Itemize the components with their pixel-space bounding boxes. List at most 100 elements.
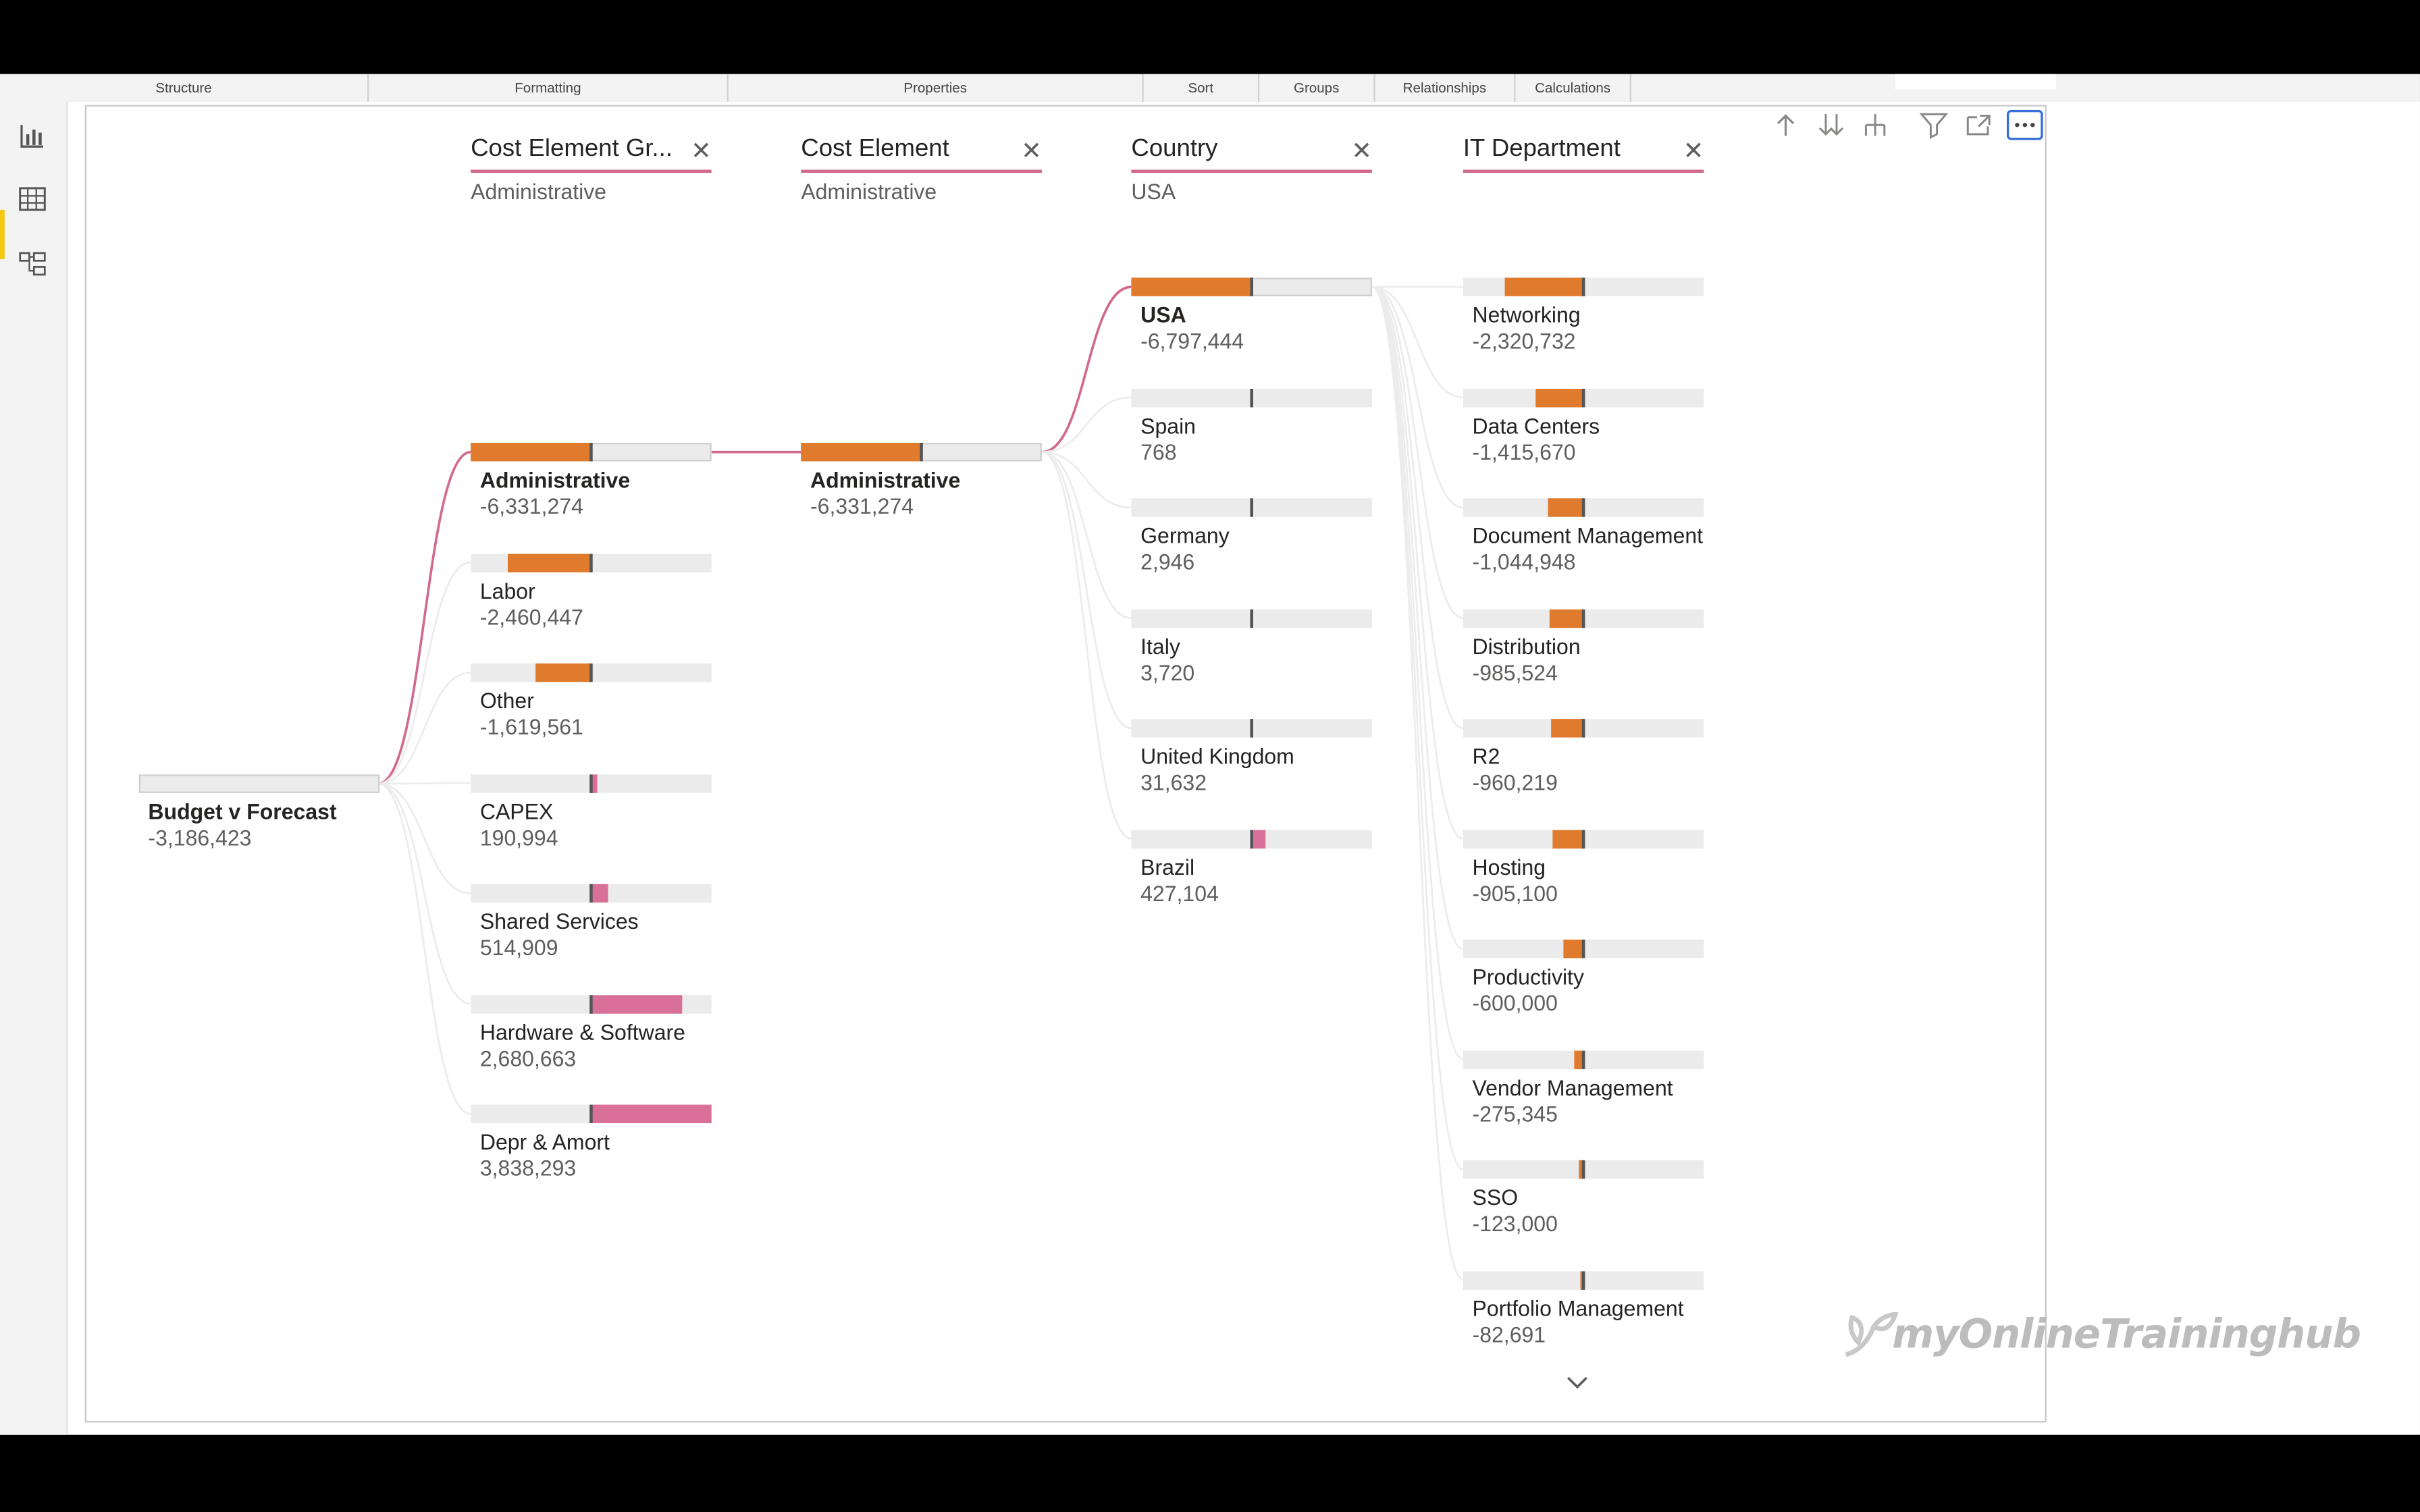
node-bar-zero-line (1581, 1160, 1585, 1179)
tree-node[interactable]: Depr & Amort 3,838,293 (471, 1104, 712, 1197)
tree-node[interactable]: Portfolio Management -82,691 (1463, 1270, 1704, 1363)
close-icon[interactable]: ✕ (1021, 136, 1042, 167)
header-underline (471, 169, 712, 173)
node-bar-zero-line (1250, 719, 1253, 738)
tree-node[interactable]: Labor -2,460,447 (471, 553, 712, 645)
node-bar-fill (507, 553, 591, 572)
tree-node[interactable]: R2 -960,219 (1463, 719, 1704, 811)
level-header-subtitle: Administrative (471, 179, 607, 204)
header-underline (1131, 169, 1372, 173)
tree-node[interactable]: Distribution -985,524 (1463, 608, 1704, 701)
node-label: Hardware & Software (479, 1019, 685, 1044)
node-value: -2,320,732 (1472, 328, 1576, 354)
level-header-it-department: IT Department ✕ (1463, 133, 1704, 173)
connector (1371, 286, 1464, 1060)
tree-node[interactable]: Hardware & Software 2,680,663 (471, 994, 712, 1087)
node-bar-zero-line (1581, 829, 1585, 848)
node-bar-zero-line (1581, 1050, 1585, 1069)
node-label: CAPEX (479, 798, 554, 824)
node-bar-fill (1550, 608, 1584, 628)
connector (377, 782, 471, 785)
node-label: Document Management (1472, 522, 1704, 548)
tree-node[interactable]: Administrative -6,331,274 (801, 442, 1042, 535)
node-value: 427,104 (1140, 880, 1219, 905)
node-value: 2,680,663 (479, 1045, 577, 1071)
level-header-title[interactable]: Cost Element Gr... (471, 133, 683, 167)
level-header-subtitle: Administrative (801, 179, 937, 204)
connector (377, 782, 471, 1115)
tree-node[interactable]: CAPEX 190,994 (471, 774, 712, 866)
tree-node[interactable]: Italy 3,720 (1131, 608, 1372, 701)
tree-node[interactable]: Productivity -600,000 (1463, 939, 1704, 1032)
level-header-title[interactable]: Cost Element (801, 133, 1014, 167)
connector (377, 561, 471, 785)
header-underline (1463, 169, 1704, 173)
close-icon[interactable]: ✕ (691, 136, 712, 167)
node-bar-fill (1535, 387, 1584, 407)
tree-node[interactable]: Other -1,619,561 (471, 663, 712, 756)
chevron-down-icon[interactable] (1562, 1370, 1593, 1395)
node-value: 2,946 (1140, 549, 1195, 574)
node-bar-zero-line (589, 994, 593, 1013)
node-value: 768 (1140, 439, 1177, 464)
tree-node[interactable]: Data Centers -1,415,670 (1463, 387, 1704, 481)
close-icon[interactable]: ✕ (1683, 136, 1704, 167)
tree-node[interactable]: Hosting -905,100 (1463, 829, 1704, 922)
node-label: United Kingdom (1140, 743, 1294, 769)
close-icon[interactable]: ✕ (1351, 136, 1372, 167)
node-bar-fill (1131, 277, 1252, 296)
node-bar-zero-line (1581, 498, 1585, 517)
connector (1371, 286, 1464, 1281)
node-value: 3,720 (1140, 659, 1195, 684)
node-bar-fill (591, 994, 683, 1013)
level-header-subtitle: USA (1131, 179, 1176, 204)
connector (1041, 451, 1132, 840)
node-value: 514,909 (479, 935, 558, 960)
level-header-title[interactable]: IT Department (1463, 133, 1676, 167)
node-label: Depr & Amort (479, 1129, 610, 1154)
tree-node[interactable]: SSO -123,000 (1463, 1160, 1704, 1253)
tree-node[interactable]: Administrative -6,331,274 (471, 442, 712, 535)
node-label: Portfolio Management (1472, 1295, 1684, 1320)
active-connector (1041, 286, 1132, 454)
node-label: Administrative (479, 467, 631, 493)
node-value: -123,000 (1472, 1211, 1558, 1236)
node-bar-fill (591, 1104, 712, 1123)
tree-node[interactable]: Germany 2,946 (1131, 498, 1372, 591)
connector (377, 782, 471, 1005)
level-header-cost-element: Cost Element ✕ Administrative (801, 133, 1042, 204)
node-bar-fill (1552, 829, 1584, 848)
node-bar-zero-line (589, 884, 593, 903)
node-label: Vendor Management (1472, 1074, 1673, 1100)
node-value: -985,524 (1472, 659, 1558, 684)
node-label: Hosting (1472, 854, 1546, 879)
tree-node[interactable]: USA -6,797,444 (1131, 277, 1372, 370)
connector (377, 672, 471, 785)
tree-node[interactable]: Networking -2,320,732 (1463, 277, 1704, 370)
node-value: 190,994 (479, 824, 558, 850)
connector (1041, 451, 1132, 730)
node-bar-zero-line (920, 442, 923, 462)
tree-node[interactable]: Document Management -1,044,948 (1463, 498, 1704, 591)
level-header-title[interactable]: Country (1131, 133, 1344, 167)
root-node[interactable]: Budget v Forecast -3,186,423 (138, 774, 380, 867)
node-bar-fill (591, 884, 609, 903)
node-bar-zero-line (589, 553, 593, 572)
node-bar-fill (1562, 939, 1584, 959)
connector (1371, 286, 1464, 950)
node-bar-zero-line (589, 1104, 593, 1123)
node-bar-fill (1548, 498, 1584, 517)
header-underline (801, 169, 1042, 173)
tree-node[interactable]: Brazil 427,104 (1131, 829, 1372, 922)
node-value: -3,186,423 (148, 825, 252, 850)
node-label: Productivity (1472, 964, 1584, 990)
node-value: -1,619,561 (479, 714, 583, 739)
node-value: -2,460,447 (479, 603, 583, 629)
connector (1041, 396, 1132, 454)
tree-node[interactable]: United Kingdom 31,632 (1131, 719, 1372, 811)
tree-node[interactable]: Spain 768 (1131, 387, 1372, 481)
tree-node[interactable]: Vendor Management -275,345 (1463, 1050, 1704, 1142)
node-label: Networking (1472, 302, 1581, 327)
node-bar-track (138, 774, 380, 793)
tree-node[interactable]: Shared Services 514,909 (471, 884, 712, 977)
